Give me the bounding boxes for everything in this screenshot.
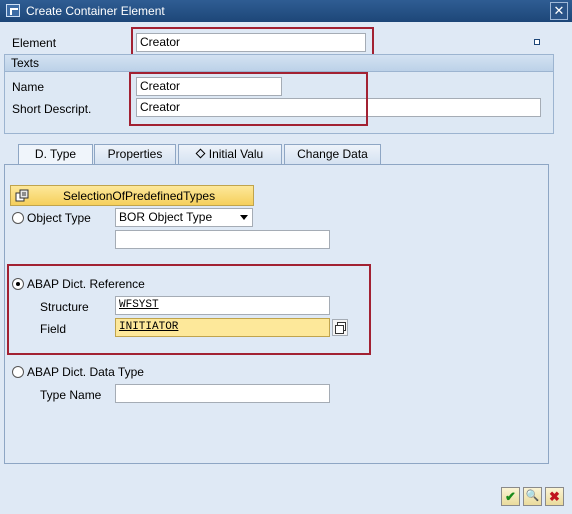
object-type-input[interactable] [115, 230, 330, 249]
window-title: Create Container Element [26, 4, 165, 18]
element-highlight-box [131, 27, 374, 57]
tab-change-data-label: Change Data [297, 147, 368, 161]
cancel-icon[interactable]: ✖ [545, 487, 564, 506]
tab-properties-label: Properties [107, 147, 163, 161]
abap-dict-reference-label: ABAP Dict. Reference [27, 277, 145, 291]
search-icon[interactable]: 🔍 [523, 487, 542, 506]
type-selection-icon [15, 189, 29, 202]
close-icon[interactable]: ✕ [550, 2, 568, 20]
tab-properties[interactable]: Properties [94, 144, 176, 164]
texts-highlight-box [129, 72, 368, 126]
tab-initial-value[interactable]: Initial Valu [178, 144, 282, 164]
type-name-label: Type Name [40, 388, 102, 402]
value-help-icon[interactable] [332, 319, 348, 336]
selection-of-predefined-types-button[interactable]: SelectionOfPredefinedTypes [10, 185, 254, 206]
chevron-down-icon [240, 215, 248, 220]
field-input[interactable]: INITIATOR [115, 318, 330, 337]
object-type-select-value: BOR Object Type [119, 210, 213, 224]
short-description-label: Short Descript. [12, 102, 92, 116]
texts-group-header: Texts [5, 55, 553, 72]
element-label: Element [12, 36, 57, 50]
type-name-input[interactable] [115, 384, 330, 403]
tab-d-type-label: D. Type [34, 147, 77, 161]
object-type-radio[interactable] [12, 212, 24, 224]
object-type-select[interactable]: BOR Object Type [115, 208, 253, 227]
tab-initial-value-label: Initial Valu [208, 147, 264, 161]
field-label: Field [40, 322, 67, 336]
abap-dict-data-type-radio[interactable] [12, 366, 24, 378]
abap-dict-reference-radio[interactable] [12, 278, 24, 290]
object-type-label: Object Type [27, 211, 91, 225]
name-label: Name [12, 80, 45, 94]
title-bar: Create Container Element ✕ [0, 0, 572, 22]
abap-dict-data-type-label: ABAP Dict. Data Type [27, 365, 144, 379]
selection-button-label: SelectionOfPredefinedTypes [63, 189, 216, 203]
tab-d-type[interactable]: D. Type [18, 144, 93, 165]
structure-input[interactable]: WFSYST [115, 296, 330, 315]
expand-square-icon[interactable] [534, 39, 540, 45]
structure-label: Structure [40, 300, 89, 314]
tab-change-data[interactable]: Change Data [284, 144, 381, 164]
confirm-icon[interactable]: ✔ [501, 487, 520, 506]
window-icon [6, 4, 20, 17]
diamond-icon [195, 148, 206, 159]
